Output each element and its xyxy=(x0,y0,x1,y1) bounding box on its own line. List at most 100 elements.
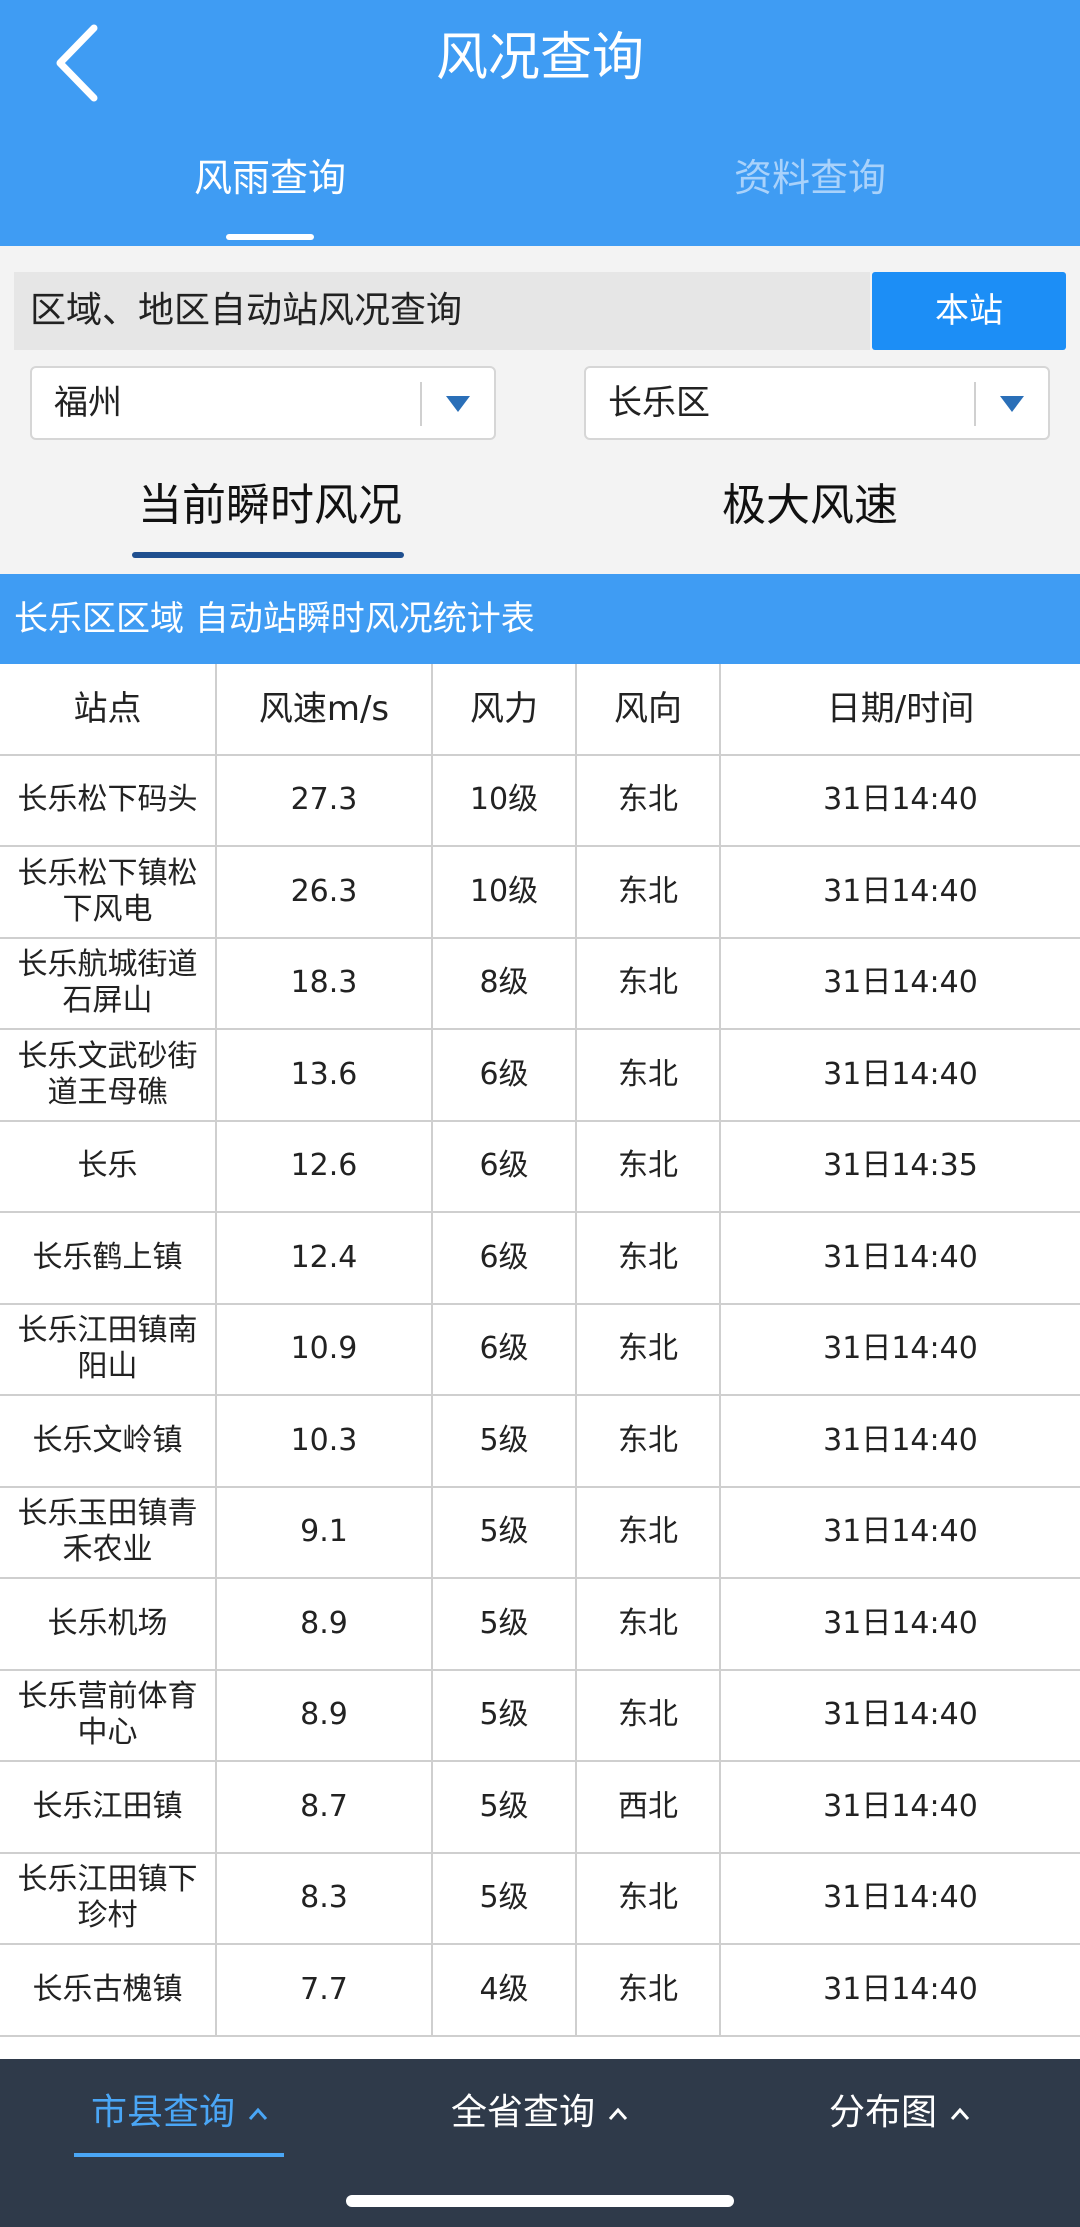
cell-force: 6级 xyxy=(433,1121,577,1211)
nav-label: 市县查询 xyxy=(90,2092,235,2133)
cell-station: 长乐营前体育中心 xyxy=(0,1670,217,1760)
tab-current-wind[interactable]: 当前瞬时风况 xyxy=(0,474,540,538)
cell-datetime: 31日14:40 xyxy=(823,1422,978,1458)
local-station-button[interactable]: 本站 xyxy=(872,272,1066,350)
tab-data-query[interactable]: 资料查询 xyxy=(540,148,1080,208)
home-indicator xyxy=(346,2195,734,2207)
cell-station: 长乐鹤上镇 xyxy=(0,1213,217,1303)
cell-speed: 18.3 xyxy=(217,938,433,1028)
nav-city-county-query[interactable]: 市县查询 xyxy=(0,2073,360,2153)
cell-datetime: 31日14:40 xyxy=(823,1605,978,1641)
table-header-row: 站点 风速m/s 风力 风向 日期/时间 xyxy=(0,664,1080,756)
cell-speed: 10.9 xyxy=(217,1304,433,1394)
header-datetime: 日期/时间 xyxy=(826,688,975,729)
cell-force: 5级 xyxy=(433,1762,577,1852)
table-row[interactable]: 长乐玉田镇青禾农业 9.1 5级 东北 31日14:40 xyxy=(0,1487,1080,1579)
city-select[interactable]: 福州 xyxy=(30,366,496,440)
cell-force: 10级 xyxy=(433,755,577,845)
cell-speed: 8.3 xyxy=(217,1853,433,1943)
table-row[interactable]: 长乐江田镇 8.7 5级 西北 31日14:40 xyxy=(0,1762,1080,1854)
cell-station: 长乐机场 xyxy=(0,1579,217,1669)
table-row[interactable]: 长乐松下码头 27.3 10级 东北 31日14:40 xyxy=(0,755,1080,847)
cell-speed: 8.9 xyxy=(217,1579,433,1669)
cell-force: 4级 xyxy=(433,1945,577,2035)
region-query-label: 区域、地区自动站风况查询 xyxy=(14,272,870,350)
table-row[interactable]: 长乐古槐镇 7.7 4级 东北 31日14:40 xyxy=(0,1945,1080,2037)
chevron-up-icon xyxy=(608,2107,628,2120)
cell-speed: 12.6 xyxy=(217,1121,433,1211)
wind-table[interactable]: 站点 风速m/s 风力 风向 日期/时间 长乐松下码头 27.3 10级 东北 31日1… xyxy=(0,664,1080,2059)
cell-datetime: 31日14:40 xyxy=(823,1971,978,2007)
cell-force: 5级 xyxy=(433,1579,577,1669)
cell-station: 长乐文武砂街道王母礁 xyxy=(0,1030,217,1120)
table-row[interactable]: 长乐 12.6 6级 东北 31日14:35 xyxy=(0,1121,1080,1213)
cell-station: 长乐松下镇松下风电 xyxy=(0,847,217,937)
cell-speed: 8.9 xyxy=(217,1670,433,1760)
table-row[interactable]: 长乐营前体育中心 8.9 5级 东北 31日14:40 xyxy=(0,1670,1080,1762)
cell-datetime: 31日14:40 xyxy=(823,1239,978,1275)
table-row[interactable]: 长乐文武砂街道王母礁 13.6 6级 东北 31日14:40 xyxy=(0,1030,1080,1122)
city-select-value: 福州 xyxy=(54,383,122,423)
district-select[interactable]: 长乐区 xyxy=(584,366,1050,440)
cell-datetime: 31日14:40 xyxy=(823,1697,978,1733)
chevron-up-icon xyxy=(950,2107,970,2120)
cell-speed: 10.3 xyxy=(217,1396,433,1486)
cell-station: 长乐江田镇 xyxy=(0,1762,217,1852)
cell-force: 8级 xyxy=(433,938,577,1028)
tab-wind-rain-query[interactable]: 风雨查询 xyxy=(0,148,540,208)
select-divider xyxy=(974,382,976,426)
cell-speed: 9.1 xyxy=(217,1487,433,1577)
header-force: 风力 xyxy=(433,664,577,754)
nav-province-query[interactable]: 全省查询 xyxy=(360,2073,720,2153)
nav-distribution-map[interactable]: 分布图 xyxy=(720,2073,1080,2153)
table-row[interactable]: 长乐鹤上镇 12.4 6级 东北 31日14:40 xyxy=(0,1213,1080,1305)
active-tab-indicator xyxy=(226,234,314,240)
cell-force: 10级 xyxy=(433,847,577,937)
tab-max-wind-speed[interactable]: 极大风速 xyxy=(540,474,1080,538)
table-row[interactable]: 长乐航城街道石屏山 18.3 8级 东北 31日14:40 xyxy=(0,938,1080,1030)
cell-station: 长乐江田镇下珍村 xyxy=(0,1853,217,1943)
page-title: 风况查询 xyxy=(435,28,644,88)
table-row[interactable]: 长乐江田镇南阳山 10.9 6级 东北 31日14:40 xyxy=(0,1304,1080,1396)
cell-speed: 8.7 xyxy=(217,1762,433,1852)
cell-force: 6级 xyxy=(433,1304,577,1394)
district-select-value: 长乐区 xyxy=(608,383,710,423)
dropdown-arrow-icon xyxy=(446,396,470,412)
cell-datetime: 31日14:40 xyxy=(823,1514,978,1550)
active-nav-indicator xyxy=(74,2153,284,2157)
cell-direction: 东北 xyxy=(577,1579,721,1669)
cell-direction: 东北 xyxy=(577,1670,721,1760)
cell-datetime: 31日14:40 xyxy=(823,873,978,909)
table-row[interactable]: 长乐江田镇下珍村 8.3 5级 东北 31日14:40 xyxy=(0,1853,1080,1945)
select-divider xyxy=(420,382,422,426)
cell-force: 5级 xyxy=(433,1853,577,1943)
cell-datetime: 31日14:40 xyxy=(823,1788,978,1824)
cell-station: 长乐古槐镇 xyxy=(0,1945,217,2035)
header-speed: 风速m/s xyxy=(217,664,433,754)
cell-datetime: 31日14:40 xyxy=(823,1880,978,1916)
table-row[interactable]: 长乐文岭镇 10.3 5级 东北 31日14:40 xyxy=(0,1396,1080,1488)
cell-direction: 东北 xyxy=(577,938,721,1028)
cell-direction: 东北 xyxy=(577,1213,721,1303)
cell-station: 长乐江田镇南阳山 xyxy=(0,1304,217,1394)
cell-speed: 12.4 xyxy=(217,1213,433,1303)
cell-speed: 7.7 xyxy=(217,1945,433,2035)
table-row[interactable]: 长乐松下镇松下风电 26.3 10级 东北 31日14:40 xyxy=(0,847,1080,939)
cell-speed: 26.3 xyxy=(217,847,433,937)
chevron-up-icon xyxy=(248,2107,268,2120)
cell-direction: 东北 xyxy=(577,847,721,937)
cell-datetime: 31日14:40 xyxy=(823,782,978,818)
cell-station: 长乐玉田镇青禾农业 xyxy=(0,1487,217,1577)
cell-force: 6级 xyxy=(433,1213,577,1303)
cell-station: 长乐 xyxy=(0,1121,217,1211)
cell-direction: 西北 xyxy=(577,1762,721,1852)
cell-direction: 东北 xyxy=(577,1396,721,1486)
cell-datetime: 31日14:35 xyxy=(823,1148,978,1184)
cell-station: 长乐松下码头 xyxy=(0,755,217,845)
cell-force: 5级 xyxy=(433,1487,577,1577)
cell-speed: 13.6 xyxy=(217,1030,433,1120)
cell-force: 6级 xyxy=(433,1030,577,1120)
header-direction: 风向 xyxy=(577,664,721,754)
table-row[interactable]: 长乐机场 8.9 5级 东北 31日14:40 xyxy=(0,1579,1080,1671)
cell-direction: 东北 xyxy=(577,1945,721,2035)
